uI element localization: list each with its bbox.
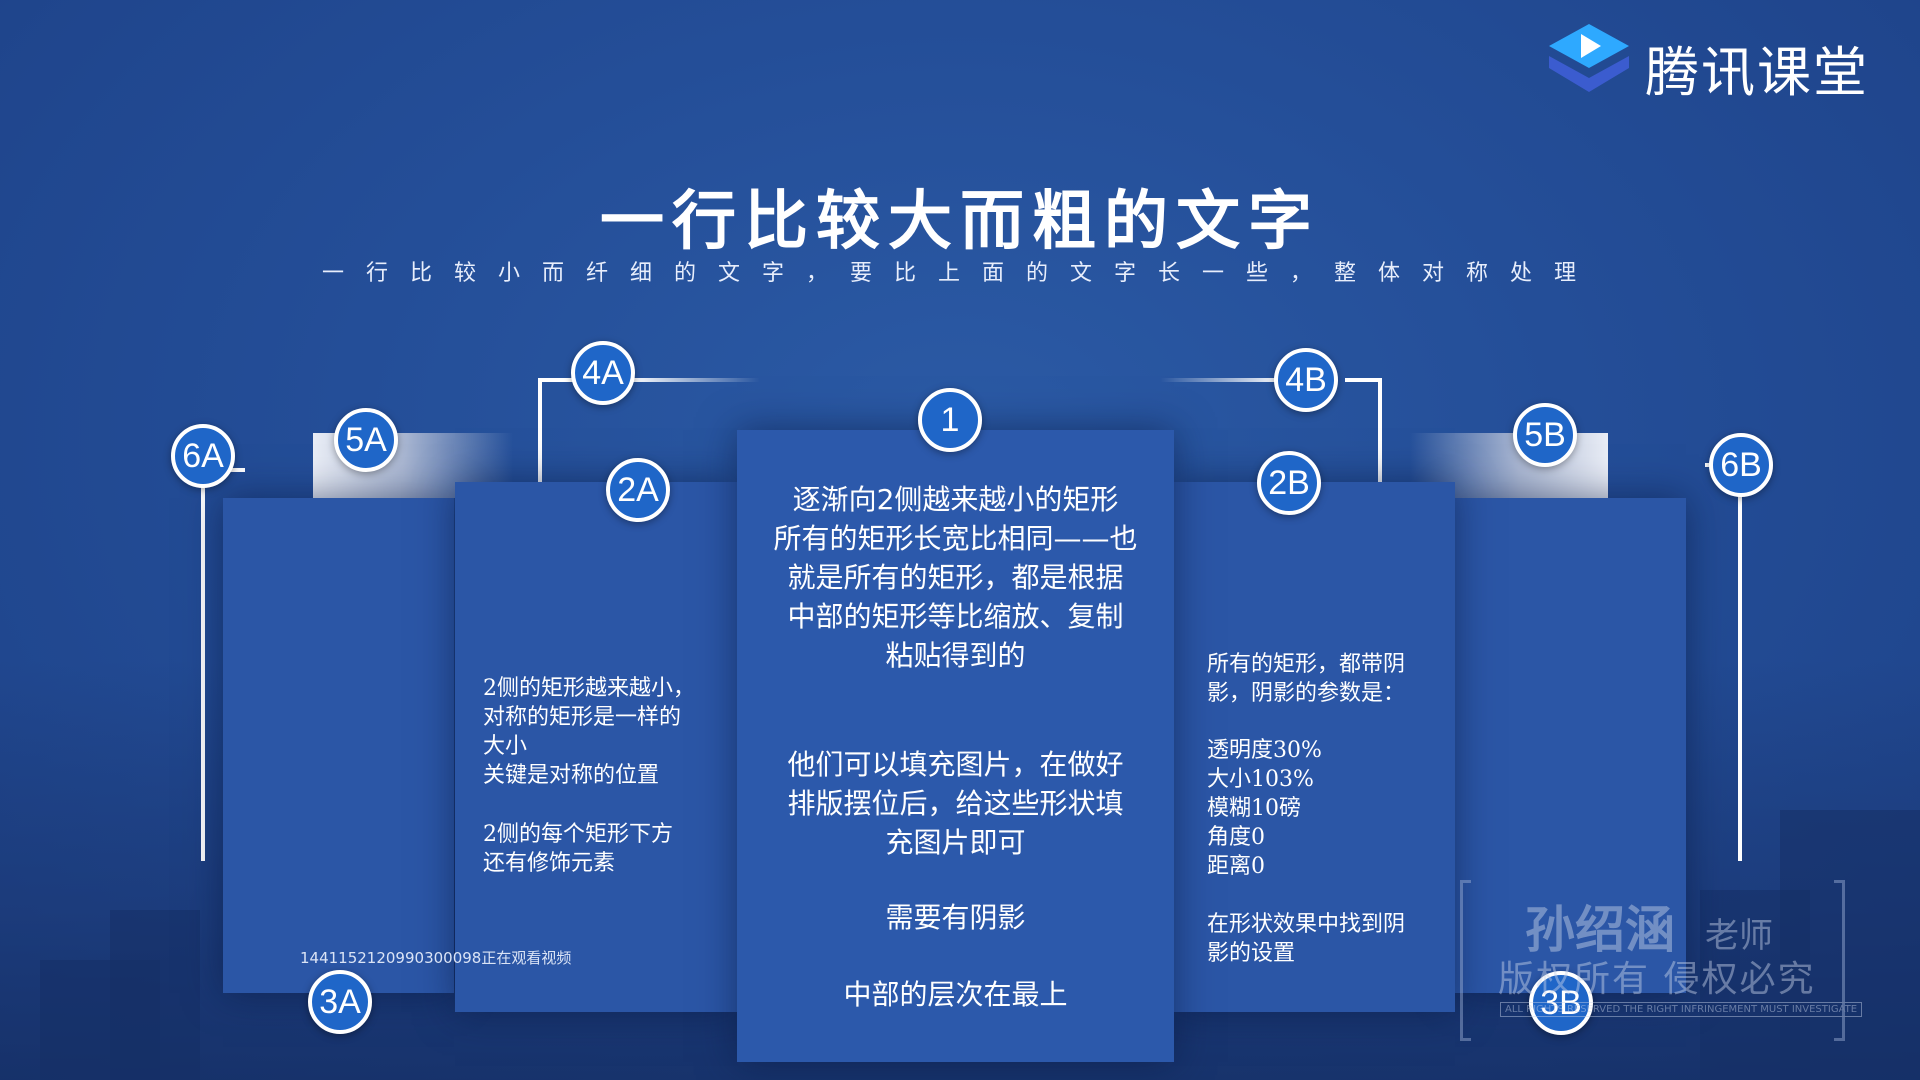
center-card-para1: 逐渐向2侧越来越小的矩形 所有的矩形长宽比相同——也 就是所有的矩形，都是根据 … bbox=[773, 483, 1138, 672]
center-card-para2: 他们可以填充图片，在做好 排版摆位后，给这些形状填 充图片即可 bbox=[787, 748, 1124, 859]
center-card-para3: 需要有阴影 bbox=[885, 901, 1026, 934]
viewer-count-text: 1441152120990300098正在观看视频 bbox=[300, 949, 572, 967]
badge-2b: 2B bbox=[1257, 451, 1321, 515]
watermark-rights-en: ALL RIGHTS RESERVED THE RIGHT INFRINGEME… bbox=[1500, 1002, 1863, 1017]
center-card-para4: 中部的层次在最上 bbox=[843, 978, 1068, 1011]
watermark: 孙绍涵 老师 版权所有 侵权必究 ALL RIGHTS RESERVED THE… bbox=[1460, 880, 1863, 1041]
card-2a: 2侧的矩形越来越小， 对称的矩形是一样的 大小 关键是对称的位置 2侧的每个矩形… bbox=[455, 482, 738, 1012]
left-card-para2: 2侧的每个矩形下方 还有修饰元素 bbox=[483, 822, 673, 876]
right-card-para1: 所有的矩形，都带阴 影，阴影的参数是： bbox=[1207, 652, 1406, 706]
badge-5a: 5A bbox=[334, 408, 398, 472]
badge-5b: 5B bbox=[1513, 403, 1577, 467]
left-card-para1: 2侧的矩形越来越小， 对称的矩形是一样的 大小 关键是对称的位置 bbox=[483, 676, 695, 788]
watermark-rights: 版权所有 侵权必究 bbox=[1498, 959, 1816, 1000]
right-card-para3: 在形状效果中找到阴 影的设置 bbox=[1207, 912, 1406, 966]
badge-6a: 6A bbox=[171, 424, 235, 488]
badge-2a: 2A bbox=[606, 458, 670, 522]
badge-4b: 4B bbox=[1274, 348, 1338, 412]
card-3a bbox=[223, 498, 454, 993]
badge-3a: 3A bbox=[308, 970, 372, 1034]
right-card-para2: 透明度30% 大小103% 模糊10磅 角度0 距离0 bbox=[1207, 738, 1322, 879]
badge-4a: 4A bbox=[571, 341, 635, 405]
card-2b: 所有的矩形，都带阴 影，阴影的参数是： 透明度30% 大小103% 模糊10磅 … bbox=[1172, 482, 1455, 1012]
badge-1: 1 bbox=[918, 388, 982, 452]
card-1-center: 逐渐向2侧越来越小的矩形 所有的矩形长宽比相同——也 就是所有的矩形，都是根据 … bbox=[737, 430, 1174, 1062]
badge-6b: 6B bbox=[1709, 433, 1773, 497]
